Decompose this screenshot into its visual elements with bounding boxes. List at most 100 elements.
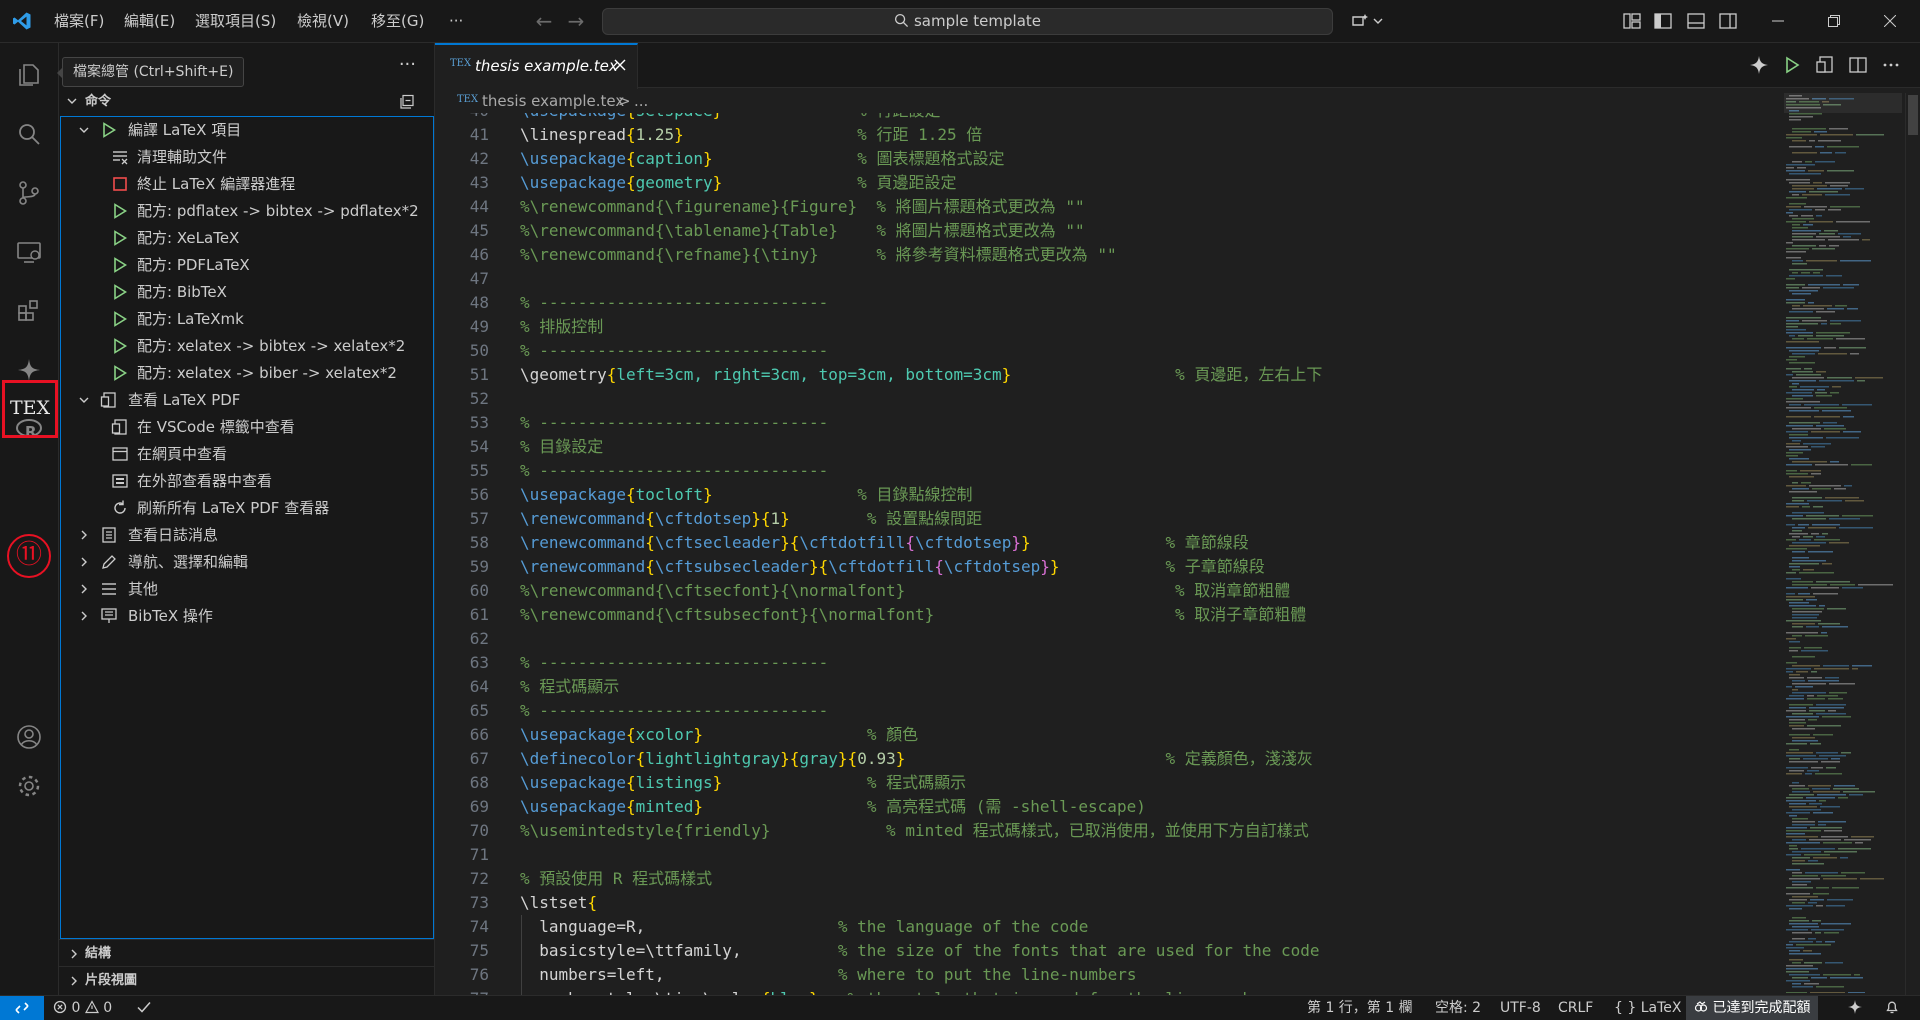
scrollbar-thumb[interactable] [1908,95,1918,135]
minimap-line [1792,140,1806,142]
outline-section-header[interactable]: 結構 [59,939,435,966]
minimap-line [1792,236,1813,238]
sparkle-icon[interactable] [1749,55,1769,75]
toggle-secondary-sidebar-icon[interactable] [1718,11,1738,31]
minimap-line [1836,338,1865,340]
problems-indicator[interactable]: 0 0 [53,996,112,1020]
minimap-line [1792,680,1805,682]
menu-view[interactable]: 檢視(V) [297,0,349,43]
quota-status[interactable]: 已達到完成配額 [1686,996,1819,1020]
indentation[interactable]: 空格: 2 [1435,996,1481,1020]
minimap-line [1807,500,1842,502]
explorer-activity[interactable] [0,46,59,104]
menu-edit[interactable]: 編輯(E) [124,0,175,43]
tree-item-clean[interactable]: 清理輔助文件 [61,144,433,171]
tree-item-recipe[interactable]: 配方: LaTeXmk [61,306,433,333]
sparkle-status-icon[interactable] [1847,999,1863,1020]
remote-indicator[interactable] [0,996,44,1020]
snippets-section-header[interactable]: 片段視圖 [59,966,435,993]
search-activity[interactable] [0,105,59,163]
search-icon [894,13,909,28]
source-control-activity[interactable] [0,164,59,222]
copilot-icon[interactable] [1350,11,1370,31]
menu-file[interactable]: 檔案(F) [54,0,104,43]
language-mode[interactable]: { } LaTeX [1614,996,1681,1020]
close-window-button[interactable] [1867,0,1913,43]
minimize-button[interactable] [1755,0,1801,43]
minimap-line [1786,431,1808,433]
tree-item-view-tab[interactable]: 在 VSCode 標籤中查看 [61,414,433,441]
code-editor[interactable]: 40 \usepackage{setspace} % 行距設定 41 \linespr… [435,113,1775,995]
minimap-line [1786,716,1819,718]
remote-explorer-activity[interactable] [0,223,59,281]
minimap-line [1840,260,1871,262]
collapse-all-icon[interactable] [399,94,415,110]
minimap-line [1850,353,1859,355]
minimap-line [1806,599,1817,601]
tree-item-kill[interactable]: 終止 LaTeX 編譯器進程 [61,171,433,198]
command-center-search[interactable]: sample template [602,8,1333,35]
tex-activity[interactable]: TEX [2,380,58,438]
tree-item-view-pdf[interactable]: 查看 LaTeX PDF [61,387,433,414]
tree-item-recipe[interactable]: 配方: PDFLaTeX [61,252,433,279]
minimap-line [1786,887,1813,889]
extensions-activity[interactable] [0,282,59,340]
restore-button[interactable] [1811,0,1857,43]
minimap-line [1786,515,1803,517]
commands-section-header[interactable]: 命令 [59,90,435,114]
minimap-line [1792,272,1798,274]
tree-item-navigate[interactable]: 導航、選擇和編輯 [61,549,433,576]
tab-thesis-example[interactable]: TEX thesis example.tex [435,43,638,89]
minimap-line [1789,761,1818,763]
menu-selection[interactable]: 選取項目(S) [195,0,276,43]
breadcrumb-file[interactable]: thesis example.tex [482,89,624,113]
tree-item-build[interactable]: 編譯 LaTeX 項目 [61,117,433,144]
preview-icon[interactable] [1815,55,1835,75]
line-ending[interactable]: CRLF [1558,996,1593,1020]
line-number: 70 [469,821,489,840]
minimap-line [1827,308,1844,310]
run-icon[interactable] [1782,55,1802,75]
tree-item-view-external[interactable]: 在外部查看器中查看 [61,468,433,495]
minimap-line [1803,305,1832,307]
split-editor-icon[interactable] [1848,55,1868,75]
tree-item-bibtex[interactable]: BibTeX 操作 [61,603,433,630]
minimap-line [1786,980,1810,982]
tree-item-refresh[interactable]: 刷新所有 LaTeX PDF 查看器 [61,495,433,522]
menu-go[interactable]: 移至(G) [371,0,424,43]
forward-arrow-icon[interactable]: → [564,8,588,34]
minimap-line [1811,977,1827,979]
customize-layout-icon[interactable] [1622,11,1642,31]
tree-item-recipe[interactable]: 配方: xelatex -> biber -> xelatex*2 [61,360,433,387]
tree-item-recipe[interactable]: 配方: XeLaTeX [61,225,433,252]
close-icon[interactable] [611,56,629,74]
toggle-panel-icon[interactable] [1686,11,1706,31]
minimap-line [1789,209,1812,211]
check-icon[interactable] [136,996,152,1020]
notifications-bell-icon[interactable] [1884,999,1900,1020]
tree-item-recipe[interactable]: 配方: xelatex -> bibtex -> xelatex*2 [61,333,433,360]
minimap-line [1819,380,1854,382]
breadcrumb-more[interactable]: ... [634,89,648,113]
vscode-logo-icon[interactable] [12,11,32,31]
code-line: \linespread{1.25} % 行距 1.25 倍 [520,125,983,144]
tree-item-recipe[interactable]: 配方: BibTeX [61,279,433,306]
menu-more[interactable]: ··· [449,0,463,43]
minimap-line [1824,932,1839,934]
encoding[interactable]: UTF-8 [1500,996,1541,1020]
vertical-scrollbar[interactable] [1905,93,1920,995]
minimap[interactable] [1784,93,1902,993]
sidebar-more-icon[interactable]: ··· [399,54,416,75]
tree-item-misc[interactable]: 其他 [61,576,433,603]
manage-activity[interactable] [0,757,59,815]
cursor-position[interactable]: 第 1 行，第 1 欄 [1307,996,1413,1020]
toggle-primary-sidebar-icon[interactable] [1653,11,1673,31]
back-arrow-icon[interactable]: ← [532,8,556,34]
tree-item-view-browser[interactable]: 在網頁中查看 [61,441,433,468]
more-actions-icon[interactable] [1881,55,1901,75]
tree-item-recipe[interactable]: 配方: pdflatex -> bibtex -> pdflatex*2 [61,198,433,225]
line-number: 67 [469,749,489,768]
tree-item-log[interactable]: 查看日誌消息 [61,522,433,549]
chevron-down-icon[interactable] [1372,11,1384,31]
minimap-line [1817,794,1846,796]
